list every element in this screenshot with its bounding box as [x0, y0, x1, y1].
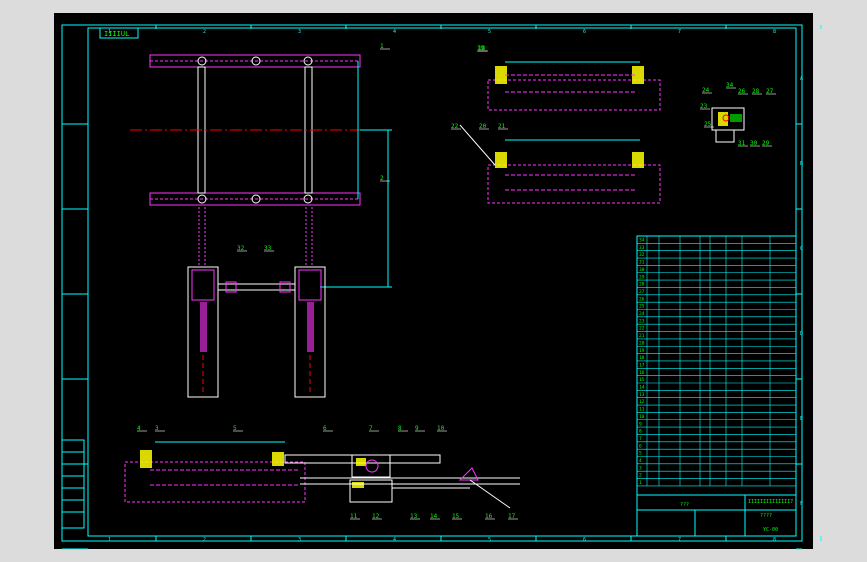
parts-row-number: 13 — [639, 392, 645, 398]
parts-row-number: 1 — [639, 480, 642, 486]
grid-label-side: C — [800, 246, 803, 252]
parts-row-number: 29 — [639, 274, 645, 280]
parts-row-number: 28 — [639, 282, 645, 288]
grid-label-side: A — [800, 76, 803, 82]
grid-label-bottom: 7 — [678, 537, 681, 543]
side-view-lower — [459, 124, 661, 204]
parts-row-number: 18 — [639, 355, 645, 361]
parts-row-number: 34 — [639, 238, 645, 244]
parts-row-number: 31 — [639, 260, 645, 266]
parts-row-number: 10 — [639, 414, 645, 420]
parts-row-number: 23 — [639, 318, 645, 324]
parts-row-number: 17 — [639, 362, 645, 368]
grid-label-side: E — [800, 416, 803, 422]
parts-row-number: 25 — [639, 304, 645, 310]
parts-row-number: 14 — [639, 385, 645, 391]
grid-label-side: B — [800, 161, 803, 167]
parts-row-number: 8 — [639, 429, 642, 435]
revision-block — [61, 439, 85, 529]
title-block-label-a: ??? — [680, 502, 689, 508]
parts-row-number: 16 — [639, 370, 645, 376]
drawing-number: YC-00 — [763, 527, 778, 533]
grid-label-top: 3 — [298, 29, 301, 35]
grid-label-bottom: 8 — [773, 537, 776, 543]
parts-row-number: 15 — [639, 377, 645, 383]
inner-frame — [87, 27, 797, 537]
assembly-drawing: 1122334455667788ABCDEF IIIIUL 3433323130… — [61, 24, 822, 550]
grid-label-bottom: 5 — [488, 537, 491, 543]
grid-label-top: 8 — [773, 29, 776, 35]
parts-row-number: 5 — [639, 451, 642, 457]
grid-label-top: 2 — [203, 29, 206, 35]
grid-label-bottom: 2 — [203, 537, 206, 543]
grid-label-bottom: 6 — [583, 537, 586, 543]
parts-row-number: 22 — [639, 326, 645, 332]
top-view — [130, 54, 392, 398]
title-tag: IIIIUL — [104, 30, 129, 38]
parts-row-number: 11 — [639, 407, 645, 413]
grid-label-top: 5 — [488, 29, 491, 35]
parts-row-number: 2 — [639, 473, 642, 479]
grid-label-side: F — [800, 501, 803, 507]
parts-row-number: 19 — [639, 348, 645, 354]
parts-row-number: 30 — [639, 267, 645, 273]
parts-row-number: 27 — [639, 289, 645, 295]
parts-row-number: 33 — [639, 245, 645, 251]
grid-label-top: 6 — [583, 29, 586, 35]
parts-row-number: 12 — [639, 399, 645, 405]
parts-row-number: 26 — [639, 296, 645, 302]
parts-row-number: 21 — [639, 333, 645, 339]
front-elevation — [124, 441, 520, 509]
grid-label-bottom: 4 — [393, 537, 396, 543]
parts-row-number: 6 — [639, 443, 642, 449]
side-view-upper — [487, 61, 661, 111]
parts-row-number: 3 — [639, 465, 642, 471]
detail-view — [711, 107, 745, 143]
parts-row-number: 24 — [639, 311, 645, 317]
grid-label-side: D — [800, 331, 803, 337]
title-block-label-b: ???? — [760, 513, 772, 519]
parts-row-number: 9 — [639, 421, 642, 427]
parts-row-number: 4 — [639, 458, 642, 464]
title-block-code: IIIIIIIIIIIIII7 — [748, 499, 793, 505]
grid-label-bottom: 3 — [298, 537, 301, 543]
parts-row-number: 20 — [639, 340, 645, 346]
parts-list-table: 3433323130292827262524232221201918171615… — [636, 235, 797, 537]
grid-label-bottom: 1 — [108, 537, 111, 543]
grid-label-top: 4 — [393, 29, 396, 35]
parts-row-number: 7 — [639, 436, 642, 442]
parts-row-number: 32 — [639, 252, 645, 258]
grid-label-top: 7 — [678, 29, 681, 35]
